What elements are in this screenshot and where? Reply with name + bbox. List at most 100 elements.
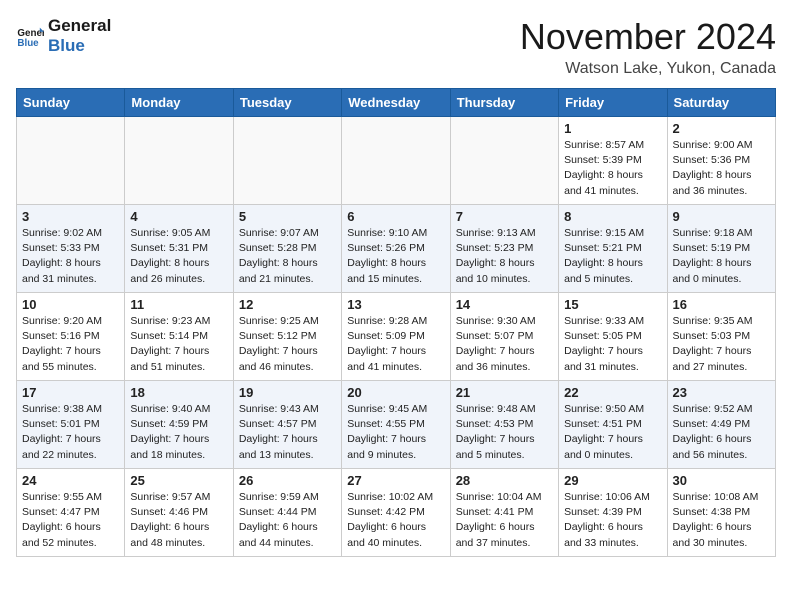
calendar-day-cell	[125, 117, 233, 205]
calendar-day-cell: 1 Sunrise: 8:57 AM Sunset: 5:39 PM Daylig…	[559, 117, 667, 205]
calendar-day-cell: 24 Sunrise: 9:55 AM Sunset: 4:47 PM Dayli…	[17, 469, 125, 557]
calendar-day-cell: 10 Sunrise: 9:20 AM Sunset: 5:16 PM Dayli…	[17, 293, 125, 381]
day-info: Sunrise: 9:20 AM Sunset: 5:16 PM Dayligh…	[22, 314, 119, 375]
day-of-week-header: Sunday	[17, 89, 125, 117]
calendar-day-cell	[233, 117, 341, 205]
calendar-header-row: SundayMondayTuesdayWednesdayThursdayFrid…	[17, 89, 776, 117]
day-info: Sunrise: 9:28 AM Sunset: 5:09 PM Dayligh…	[347, 314, 444, 375]
day-info: Sunrise: 9:13 AM Sunset: 5:23 PM Dayligh…	[456, 226, 553, 287]
calendar-day-cell: 17 Sunrise: 9:38 AM Sunset: 5:01 PM Dayli…	[17, 381, 125, 469]
day-of-week-header: Tuesday	[233, 89, 341, 117]
day-info: Sunrise: 9:59 AM Sunset: 4:44 PM Dayligh…	[239, 490, 336, 551]
calendar-week-row: 10 Sunrise: 9:20 AM Sunset: 5:16 PM Dayli…	[17, 293, 776, 381]
logo-line2: Blue	[48, 36, 111, 56]
calendar-day-cell: 27Sunrise: 10:02 AM Sunset: 4:42 PM Dayl…	[342, 469, 450, 557]
day-number: 28	[456, 473, 553, 488]
title-block: November 2024 Watson Lake, Yukon, Canada	[520, 16, 776, 78]
calendar-day-cell: 2 Sunrise: 9:00 AM Sunset: 5:36 PM Daylig…	[667, 117, 775, 205]
day-info: Sunrise: 9:30 AM Sunset: 5:07 PM Dayligh…	[456, 314, 553, 375]
month-title: November 2024	[520, 16, 776, 58]
day-info: Sunrise: 9:38 AM Sunset: 5:01 PM Dayligh…	[22, 402, 119, 463]
day-info: Sunrise: 9:35 AM Sunset: 5:03 PM Dayligh…	[673, 314, 770, 375]
location: Watson Lake, Yukon, Canada	[520, 60, 776, 78]
day-number: 26	[239, 473, 336, 488]
calendar-table: SundayMondayTuesdayWednesdayThursdayFrid…	[16, 88, 776, 557]
day-number: 2	[673, 121, 770, 136]
day-number: 4	[130, 209, 227, 224]
calendar-day-cell: 4 Sunrise: 9:05 AM Sunset: 5:31 PM Daylig…	[125, 205, 233, 293]
day-info: Sunrise: 9:57 AM Sunset: 4:46 PM Dayligh…	[130, 490, 227, 551]
day-info: Sunrise: 9:43 AM Sunset: 4:57 PM Dayligh…	[239, 402, 336, 463]
page-header: General Blue General Blue November 2024 …	[16, 16, 776, 78]
calendar-day-cell: 14 Sunrise: 9:30 AM Sunset: 5:07 PM Dayli…	[450, 293, 558, 381]
day-number: 16	[673, 297, 770, 312]
day-number: 14	[456, 297, 553, 312]
day-info: Sunrise: 9:10 AM Sunset: 5:26 PM Dayligh…	[347, 226, 444, 287]
day-number: 19	[239, 385, 336, 400]
calendar-day-cell	[450, 117, 558, 205]
day-info: Sunrise: 9:48 AM Sunset: 4:53 PM Dayligh…	[456, 402, 553, 463]
calendar-day-cell: 18Sunrise: 9:40 AM Sunset: 4:59 PM Dayli…	[125, 381, 233, 469]
calendar-day-cell: 16 Sunrise: 9:35 AM Sunset: 5:03 PM Dayli…	[667, 293, 775, 381]
day-number: 1	[564, 121, 661, 136]
calendar-day-cell: 21 Sunrise: 9:48 AM Sunset: 4:53 PM Dayli…	[450, 381, 558, 469]
day-number: 25	[130, 473, 227, 488]
day-number: 30	[673, 473, 770, 488]
day-number: 12	[239, 297, 336, 312]
calendar-week-row: 24 Sunrise: 9:55 AM Sunset: 4:47 PM Dayli…	[17, 469, 776, 557]
day-of-week-header: Saturday	[667, 89, 775, 117]
day-info: Sunrise: 9:07 AM Sunset: 5:28 PM Dayligh…	[239, 226, 336, 287]
day-number: 9	[673, 209, 770, 224]
day-info: Sunrise: 9:00 AM Sunset: 5:36 PM Dayligh…	[673, 138, 770, 199]
calendar-day-cell: 29Sunrise: 10:06 AM Sunset: 4:39 PM Dayl…	[559, 469, 667, 557]
day-number: 10	[22, 297, 119, 312]
day-number: 17	[22, 385, 119, 400]
day-number: 20	[347, 385, 444, 400]
calendar-week-row: 3Sunrise: 9:02 AM Sunset: 5:33 PM Daylig…	[17, 205, 776, 293]
logo-icon: General Blue	[16, 22, 44, 50]
day-number: 15	[564, 297, 661, 312]
calendar-day-cell: 8 Sunrise: 9:15 AM Sunset: 5:21 PM Daylig…	[559, 205, 667, 293]
day-number: 18	[130, 385, 227, 400]
day-number: 21	[456, 385, 553, 400]
day-of-week-header: Friday	[559, 89, 667, 117]
day-info: Sunrise: 8:57 AM Sunset: 5:39 PM Dayligh…	[564, 138, 661, 199]
day-number: 8	[564, 209, 661, 224]
calendar-day-cell: 22Sunrise: 9:50 AM Sunset: 4:51 PM Dayli…	[559, 381, 667, 469]
day-of-week-header: Thursday	[450, 89, 558, 117]
day-number: 13	[347, 297, 444, 312]
calendar-day-cell: 23Sunrise: 9:52 AM Sunset: 4:49 PM Dayli…	[667, 381, 775, 469]
day-info: Sunrise: 9:50 AM Sunset: 4:51 PM Dayligh…	[564, 402, 661, 463]
calendar-day-cell: 12 Sunrise: 9:25 AM Sunset: 5:12 PM Dayli…	[233, 293, 341, 381]
calendar-day-cell: 7Sunrise: 9:13 AM Sunset: 5:23 PM Daylig…	[450, 205, 558, 293]
day-info: Sunrise: 9:18 AM Sunset: 5:19 PM Dayligh…	[673, 226, 770, 287]
calendar-day-cell: 15 Sunrise: 9:33 AM Sunset: 5:05 PM Dayli…	[559, 293, 667, 381]
day-info: Sunrise: 9:25 AM Sunset: 5:12 PM Dayligh…	[239, 314, 336, 375]
day-info: Sunrise: 9:52 AM Sunset: 4:49 PM Dayligh…	[673, 402, 770, 463]
calendar-day-cell: 9 Sunrise: 9:18 AM Sunset: 5:19 PM Daylig…	[667, 205, 775, 293]
logo-line1: General	[48, 16, 111, 36]
day-number: 11	[130, 297, 227, 312]
day-info: Sunrise: 9:33 AM Sunset: 5:05 PM Dayligh…	[564, 314, 661, 375]
calendar-day-cell: 30 Sunrise: 10:08 AM Sunset: 4:38 PM Dayl…	[667, 469, 775, 557]
calendar-day-cell: 3Sunrise: 9:02 AM Sunset: 5:33 PM Daylig…	[17, 205, 125, 293]
day-info: Sunrise: 9:15 AM Sunset: 5:21 PM Dayligh…	[564, 226, 661, 287]
day-number: 24	[22, 473, 119, 488]
calendar-day-cell: 25 Sunrise: 9:57 AM Sunset: 4:46 PM Dayli…	[125, 469, 233, 557]
day-of-week-header: Monday	[125, 89, 233, 117]
day-info: Sunrise: 10:08 AM Sunset: 4:38 PM Daylig…	[673, 490, 770, 551]
day-info: Sunrise: 9:02 AM Sunset: 5:33 PM Dayligh…	[22, 226, 119, 287]
calendar-day-cell	[17, 117, 125, 205]
calendar-day-cell: 20Sunrise: 9:45 AM Sunset: 4:55 PM Dayli…	[342, 381, 450, 469]
day-number: 5	[239, 209, 336, 224]
day-info: Sunrise: 9:23 AM Sunset: 5:14 PM Dayligh…	[130, 314, 227, 375]
logo: General Blue General Blue	[16, 16, 111, 57]
calendar-day-cell: 19 Sunrise: 9:43 AM Sunset: 4:57 PM Dayli…	[233, 381, 341, 469]
calendar-day-cell: 6Sunrise: 9:10 AM Sunset: 5:26 PM Daylig…	[342, 205, 450, 293]
day-info: Sunrise: 10:02 AM Sunset: 4:42 PM Daylig…	[347, 490, 444, 551]
calendar-day-cell	[342, 117, 450, 205]
day-info: Sunrise: 9:05 AM Sunset: 5:31 PM Dayligh…	[130, 226, 227, 287]
day-info: Sunrise: 9:55 AM Sunset: 4:47 PM Dayligh…	[22, 490, 119, 551]
calendar-day-cell: 11 Sunrise: 9:23 AM Sunset: 5:14 PM Dayli…	[125, 293, 233, 381]
calendar-day-cell: 5 Sunrise: 9:07 AM Sunset: 5:28 PM Daylig…	[233, 205, 341, 293]
